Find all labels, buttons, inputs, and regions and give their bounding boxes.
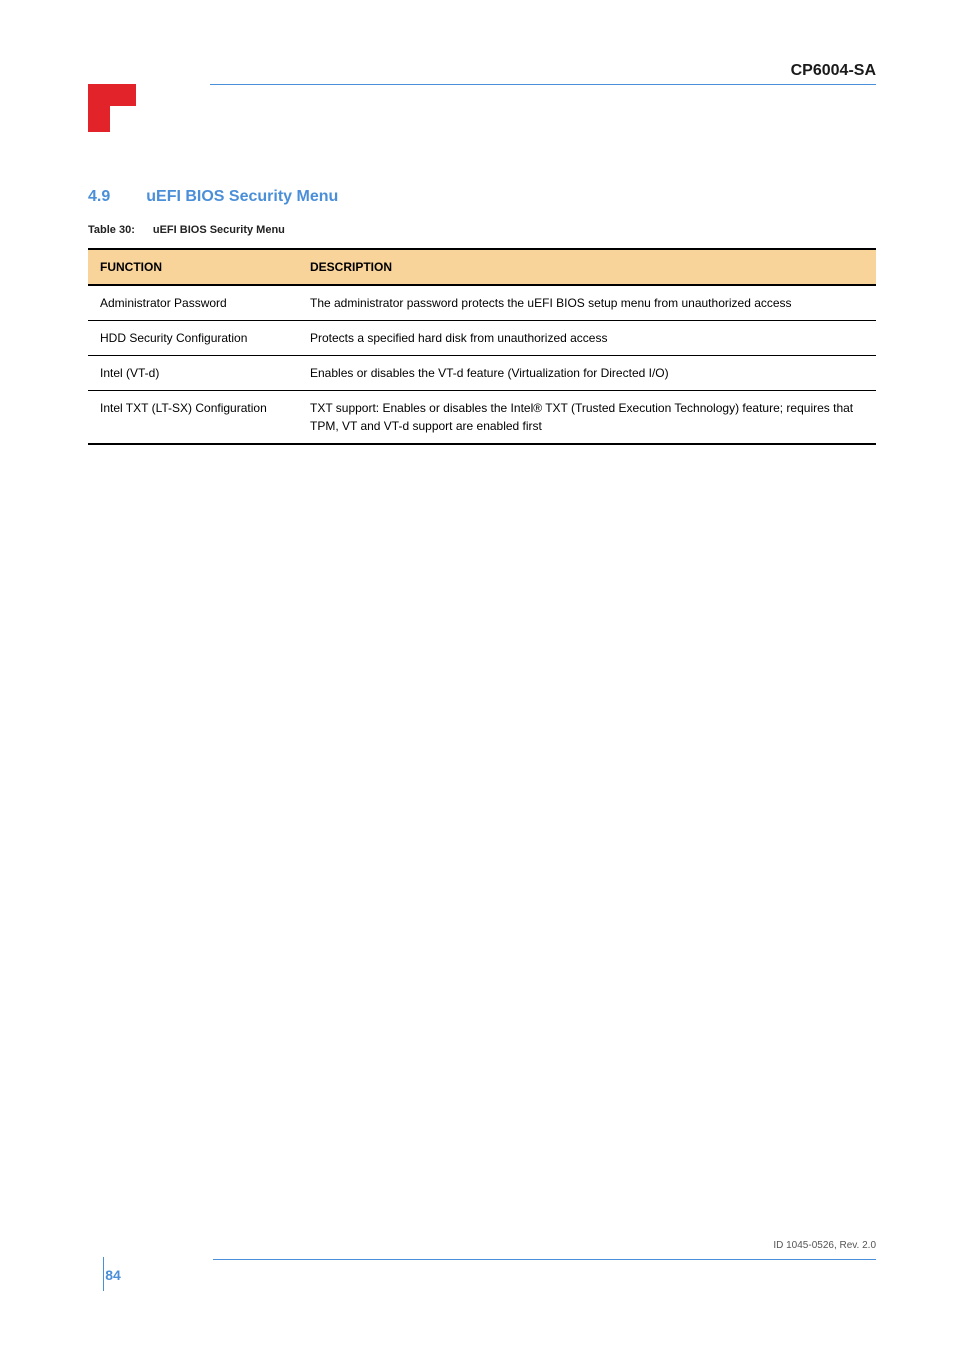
page-number: 84 [105, 1267, 121, 1283]
header-divider [210, 84, 876, 85]
table-label: Table 30: [88, 224, 135, 236]
table-header-function: FUNCTION [88, 249, 298, 285]
section-title: uEFI BIOS Security Menu [146, 188, 338, 205]
table-cell-function: Intel (VT-d) [88, 356, 298, 391]
table-row: Administrator Password The administrator… [88, 285, 876, 321]
page-header-title: CP6004-SA [791, 62, 876, 80]
footer-divider [213, 1259, 876, 1260]
table-row: Intel (VT-d) Enables or disables the VT-… [88, 356, 876, 391]
table-header-description: DESCRIPTION [298, 249, 876, 285]
footer-id: ID 1045-0526, Rev. 2.0 [773, 1240, 876, 1251]
section-number: 4.9 [88, 188, 110, 205]
page-footer: ID 1045-0526, Rev. 2.0 84 [88, 1233, 876, 1263]
page-number-box: 84 [88, 1267, 138, 1285]
table-cell-function: Intel TXT (LT-SX) Configuration [88, 391, 298, 445]
table-caption: Table 30: uEFI BIOS Security Menu [88, 220, 876, 238]
main-content: 4.9 uEFI BIOS Security Menu Table 30: uEFI… [88, 188, 876, 445]
table-cell-description: The administrator password protects the … [298, 285, 876, 321]
table-header-row: FUNCTION DESCRIPTION [88, 249, 876, 285]
table-cell-function: Administrator Password [88, 285, 298, 321]
section-heading: 4.9 uEFI BIOS Security Menu [88, 188, 876, 206]
table-cell-description: Enables or disables the VT-d feature (Vi… [298, 356, 876, 391]
logo-icon [88, 84, 136, 132]
table-name: uEFI BIOS Security Menu [153, 224, 285, 236]
table-cell-description: TXT support: Enables or disables the Int… [298, 391, 876, 445]
table-cell-function: HDD Security Configuration [88, 321, 298, 356]
table-cell-description: Protects a specified hard disk from unau… [298, 321, 876, 356]
table-row: Intel TXT (LT-SX) Configuration TXT supp… [88, 391, 876, 445]
security-menu-table: FUNCTION DESCRIPTION Administrator Passw… [88, 248, 876, 445]
table-row: HDD Security Configuration Protects a sp… [88, 321, 876, 356]
